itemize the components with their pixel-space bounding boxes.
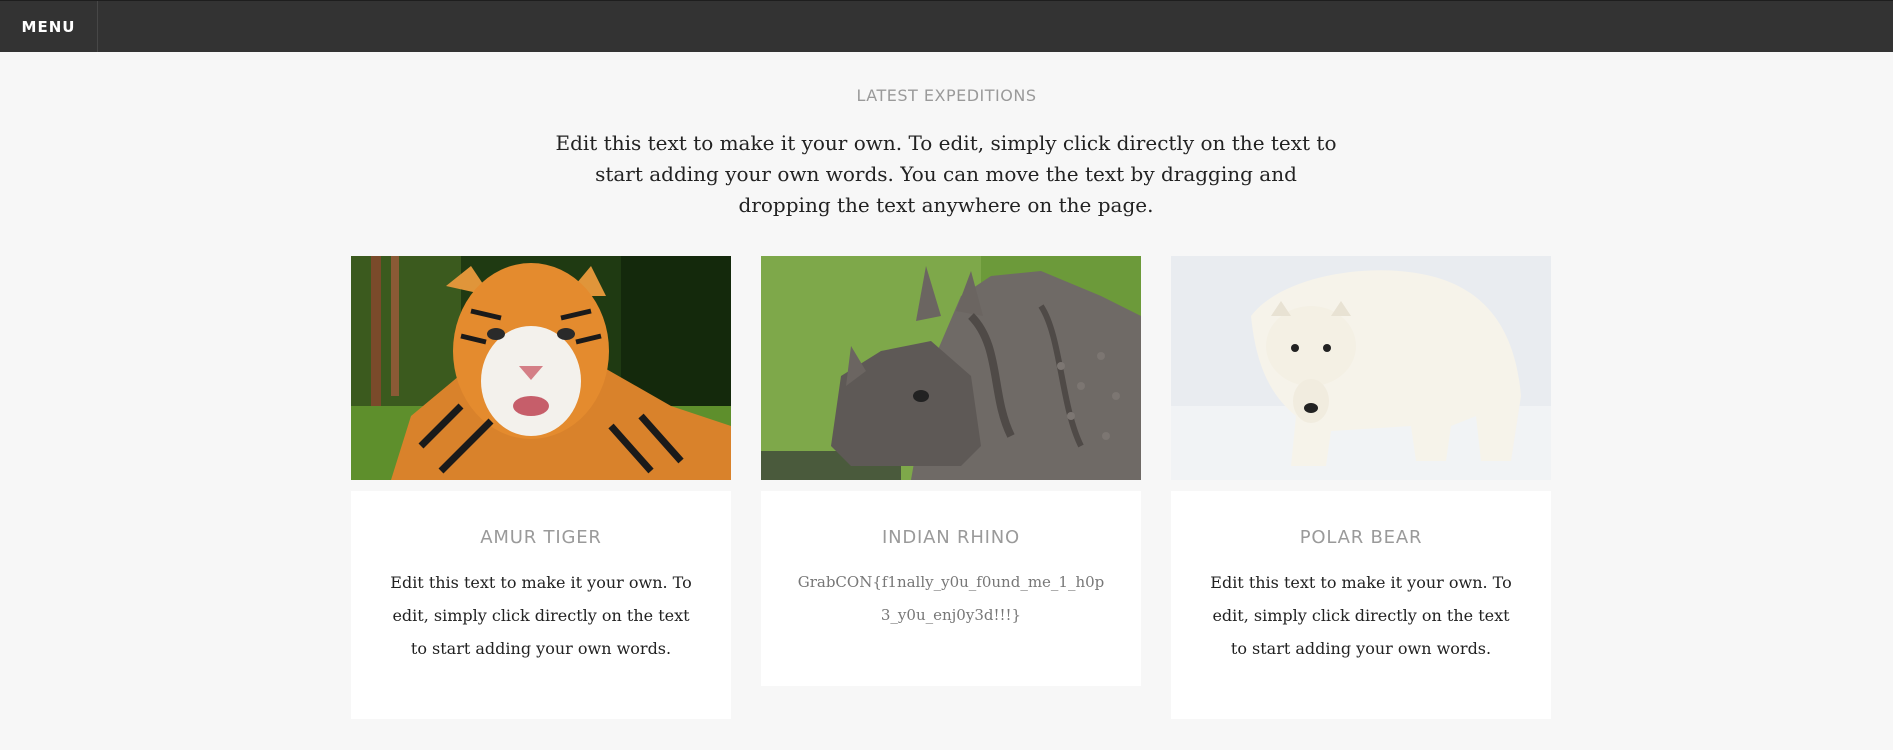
amur-tiger-photo: [351, 256, 731, 480]
card-text: Edit this text to make it your own. To e…: [1210, 573, 1512, 658]
intro-text: Edit this text to make it your own. To e…: [555, 131, 1337, 217]
card-title: INDIAN RHINO: [881, 527, 1021, 548]
polar-bear-photo: [1171, 256, 1551, 480]
expedition-card-indian-rhino: INDIAN RHINO GrabCON{f1nally_y0u_f0und_m…: [761, 256, 1141, 686]
section-heading: LATEST EXPEDITIONS: [856, 86, 1037, 105]
expedition-card-amur-tiger: AMUR TIGER Edit this text to make it you…: [351, 256, 731, 719]
indian-rhino-photo: [761, 256, 1141, 480]
menu-button[interactable]: MENU: [0, 1, 98, 52]
top-navigation-bar: MENU: [0, 0, 1893, 52]
card-title: POLAR BEAR: [1299, 527, 1423, 548]
card-text: Edit this text to make it your own. To e…: [390, 573, 692, 658]
card-body: AMUR TIGER Edit this text to make it you…: [351, 491, 731, 719]
expedition-card-polar-bear: POLAR BEAR Edit this text to make it you…: [1171, 256, 1551, 719]
card-body: POLAR BEAR Edit this text to make it you…: [1171, 491, 1551, 719]
card-body: INDIAN RHINO GrabCON{f1nally_y0u_f0und_m…: [761, 491, 1141, 686]
card-title: AMUR TIGER: [480, 527, 602, 548]
card-text: GrabCON{f1nally_y0u_f0und_me_1_h0p3_y0u_…: [797, 573, 1105, 624]
